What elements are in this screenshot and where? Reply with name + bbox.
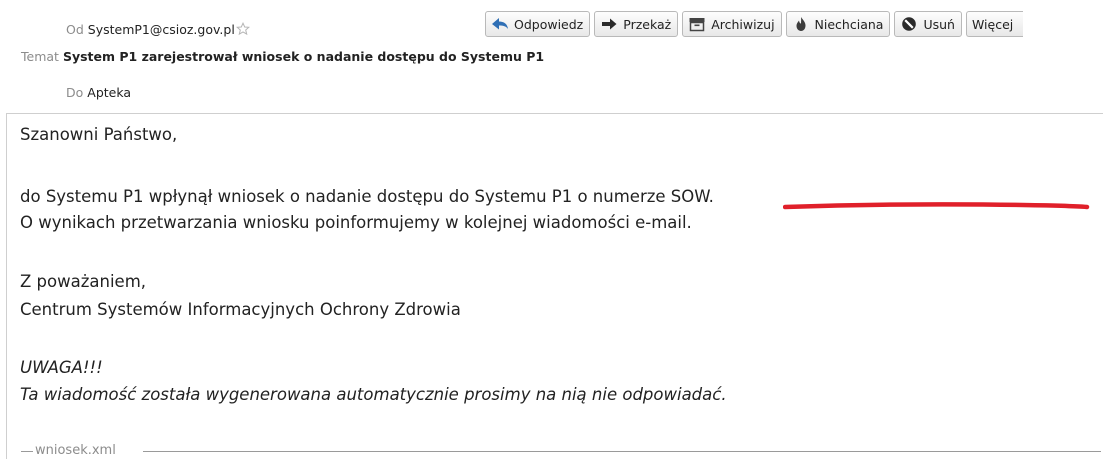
subject-label: Temat — [21, 49, 59, 64]
greeting: Szanowni Państwo, — [20, 125, 178, 144]
forward-label: Przekaż — [623, 16, 672, 32]
attachment-rule-right — [143, 451, 1101, 452]
red-underline-annotation — [783, 202, 1090, 210]
warning-text: Ta wiadomość została wygenerowana automa… — [20, 385, 727, 404]
warning-title: UWAGA!!! — [20, 358, 103, 377]
subject-row: Temat System P1 zarejestrował wniosek o … — [21, 49, 544, 65]
flame-icon — [792, 16, 810, 32]
archive-label: Archiwizuj — [711, 16, 775, 32]
attachment-separator: wniosek.xml — [21, 444, 1101, 458]
delete-button[interactable]: Usuń — [894, 11, 962, 37]
sender-address[interactable]: SystemP1@csioz.gov.pl — [88, 22, 235, 37]
archive-button[interactable]: Archiwizuj — [682, 11, 782, 37]
from-label: Od — [66, 22, 84, 37]
attachment-name[interactable]: wniosek.xml — [35, 444, 119, 458]
forward-button[interactable]: Przekaż — [594, 11, 679, 37]
star-icon[interactable] — [235, 21, 250, 36]
more-button[interactable]: Więcej — [965, 11, 1024, 37]
closing: Z poważaniem, — [20, 272, 147, 291]
subject-text: System P1 zarejestrował wniosek o nadani… — [62, 49, 545, 64]
junk-label: Niechciana — [814, 16, 884, 32]
archive-box-icon — [688, 16, 706, 32]
signature: Centrum Systemów Informacyjnych Ochrony … — [20, 300, 461, 319]
no-entry-icon — [900, 16, 918, 32]
to-row: Do Apteka — [66, 85, 131, 101]
from-row: Od SystemP1@csioz.gov.pl — [66, 21, 250, 38]
body-line-2: O wynikach przetwarzania wniosku poinfor… — [20, 213, 692, 232]
junk-button[interactable]: Niechciana — [785, 11, 891, 37]
reply-label: Odpowiedz — [514, 16, 584, 32]
reply-button[interactable]: Odpowiedz — [485, 11, 591, 37]
message-header: Od SystemP1@csioz.gov.pl Temat System P1… — [0, 0, 1103, 108]
delete-label: Usuń — [923, 16, 955, 32]
more-label: Więcej — [971, 16, 1014, 32]
attachment-rule-left — [21, 451, 33, 452]
forward-arrow-icon — [600, 16, 618, 32]
recipient[interactable]: Apteka — [87, 85, 131, 100]
message-toolbar: Odpowiedz Przekaż Archiwizuj Niechciana … — [485, 11, 1024, 39]
to-label: Do — [66, 85, 84, 100]
body-line-1: do Systemu P1 wpłynął wniosek o nadanie … — [20, 187, 714, 206]
message-body — [6, 113, 1103, 459]
reply-icon — [491, 16, 509, 32]
